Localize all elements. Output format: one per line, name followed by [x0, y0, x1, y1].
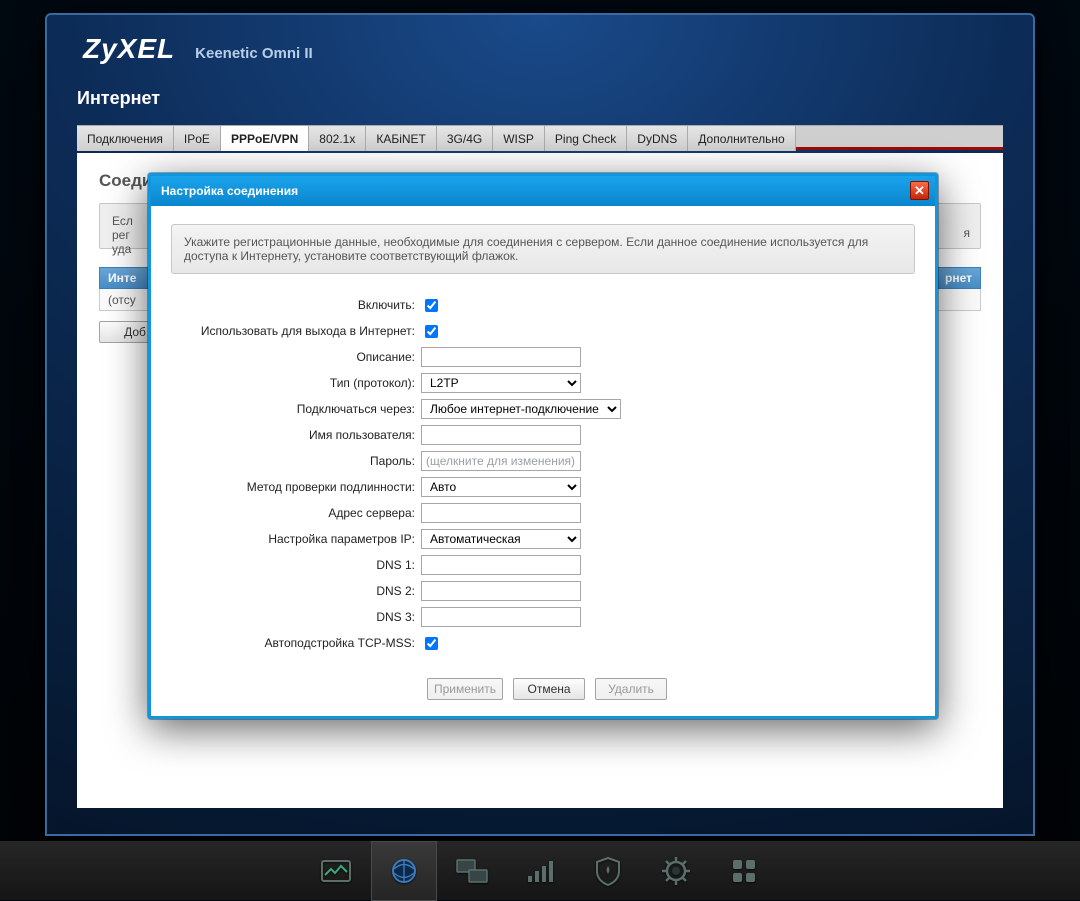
cancel-button[interactable]: Отмена [513, 678, 585, 700]
server-address-input[interactable] [421, 503, 581, 523]
tab-ping-check[interactable]: Ping Check [545, 126, 627, 151]
dns1-input[interactable] [421, 555, 581, 575]
tcpmss-checkbox[interactable] [425, 637, 438, 650]
bottom-dock [0, 840, 1080, 900]
dns2-input[interactable] [421, 581, 581, 601]
table-row-text: (отсу [108, 293, 136, 307]
label-ipconf: Настройка параметров IP: [171, 532, 421, 546]
label-tcpmss: Автоподстройка TCP-MSS: [171, 636, 421, 650]
dialog-hint: Укажите регистрационные данные, необходи… [171, 224, 915, 274]
dock-status-icon[interactable] [303, 841, 369, 901]
label-connect-via: Подключаться через: [171, 402, 421, 416]
table-header-right: рнет [945, 271, 972, 285]
dock-firewall-icon[interactable] [575, 841, 641, 901]
username-input[interactable] [421, 425, 581, 445]
dock-apps-icon[interactable] [711, 841, 777, 901]
dns3-input[interactable] [421, 607, 581, 627]
protocol-select[interactable]: L2TP [421, 373, 581, 393]
tabs-bar: ПодключенияIPoEPPPoE/VPN802.1xКАБiNET3G/… [77, 125, 1003, 150]
dock-system-icon[interactable] [643, 841, 709, 901]
tab-pppoe-vpn[interactable]: PPPoE/VPN [221, 126, 309, 151]
close-icon: ✕ [914, 184, 925, 197]
tab-3g-4g[interactable]: 3G/4G [437, 126, 493, 151]
label-dns2: DNS 2: [171, 584, 421, 598]
tab--[interactable]: Подключения [77, 126, 174, 151]
dialog-button-row: Применить Отмена Удалить [427, 678, 915, 700]
label-use-internet: Использовать для выхода в Интернет: [171, 324, 421, 338]
tab-dydns[interactable]: DyDNS [627, 126, 688, 151]
label-description: Описание: [171, 350, 421, 364]
dialog-title: Настройка соединения [161, 184, 298, 198]
ip-config-select[interactable]: Автоматическая [421, 529, 581, 549]
auth-method-select[interactable]: Авто [421, 477, 581, 497]
dock-wifi-icon[interactable] [507, 841, 573, 901]
password-input[interactable] [421, 451, 581, 471]
dialog-body: Укажите регистрационные данные, необходи… [151, 206, 935, 716]
table-header-left: Инте [108, 271, 136, 285]
model-text: Keenetic Omni II [195, 45, 313, 62]
description-input[interactable] [421, 347, 581, 367]
label-dns3: DNS 3: [171, 610, 421, 624]
label-auth: Метод проверки подлинности: [171, 480, 421, 494]
tab-802-1x[interactable]: 802.1x [309, 126, 366, 151]
enable-checkbox[interactable] [425, 299, 438, 312]
label-dns1: DNS 1: [171, 558, 421, 572]
dock-internet-icon[interactable] [371, 841, 437, 901]
page-title: Интернет [77, 88, 160, 109]
delete-button[interactable]: Удалить [595, 678, 667, 700]
label-server: Адрес сервера: [171, 506, 421, 520]
apply-button[interactable]: Применить [427, 678, 503, 700]
hint-tail: я [964, 226, 971, 240]
connect-via-select[interactable]: Любое интернет-подключение [421, 399, 621, 419]
label-password: Пароль: [171, 454, 421, 468]
label-enable: Включить: [171, 298, 421, 312]
tab-wisp[interactable]: WISP [493, 126, 545, 151]
tab--inet[interactable]: КАБiNET [366, 126, 437, 151]
tab-ipoe[interactable]: IPoE [174, 126, 221, 151]
dialog-close-button[interactable]: ✕ [910, 181, 929, 200]
logo: ZyXEL Keenetic Omni II [83, 33, 313, 63]
brand-text: ZyXEL [83, 33, 175, 65]
tab--[interactable]: Дополнительно [688, 126, 795, 151]
use-internet-checkbox[interactable] [425, 325, 438, 338]
dialog-titlebar: Настройка соединения ✕ [151, 176, 935, 206]
connection-settings-dialog: Настройка соединения ✕ Укажите регистрац… [148, 173, 938, 719]
dock-lan-icon[interactable] [439, 841, 505, 901]
label-username: Имя пользователя: [171, 428, 421, 442]
label-proto: Тип (протокол): [171, 376, 421, 390]
